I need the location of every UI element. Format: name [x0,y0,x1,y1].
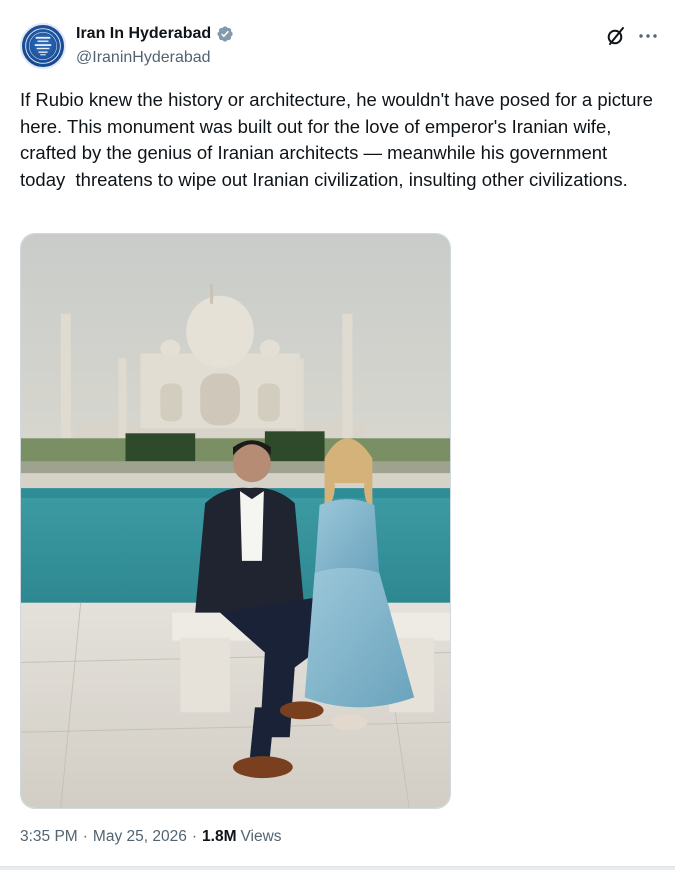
author-handle[interactable]: @IraninHyderabad [76,49,211,67]
meta-separator: · [191,828,198,845]
more-options-button[interactable] [636,24,660,48]
tweet-photo[interactable] [20,233,451,809]
verified-badge-icon[interactable] [216,25,234,43]
tweet-text: If Rubio knew the history or architectur… [20,89,659,190]
grok-icon [607,27,624,45]
avatar[interactable] [20,23,66,69]
tweet-date[interactable]: May 25, 2026 [93,828,187,846]
views-count: 1.8M [202,828,237,845]
meta-separator: · [82,828,88,845]
grok-button[interactable] [604,24,628,48]
embassy-seal-icon [25,28,61,64]
more-dots-icon [639,34,657,38]
author-display-name[interactable]: Iran In Hyderabad [76,25,211,43]
author-name-row: Iran In Hyderabad [76,25,234,43]
views-label: Views [240,828,282,845]
divider [0,866,675,870]
tweet-meta: 3:35 PM · May 25, 2026 · 1.8M Views [20,828,282,846]
tweet-card: Iran In Hyderabad @IraninHyderabad If Ru… [0,0,675,866]
tweet-time[interactable]: 3:35 PM [20,828,78,846]
